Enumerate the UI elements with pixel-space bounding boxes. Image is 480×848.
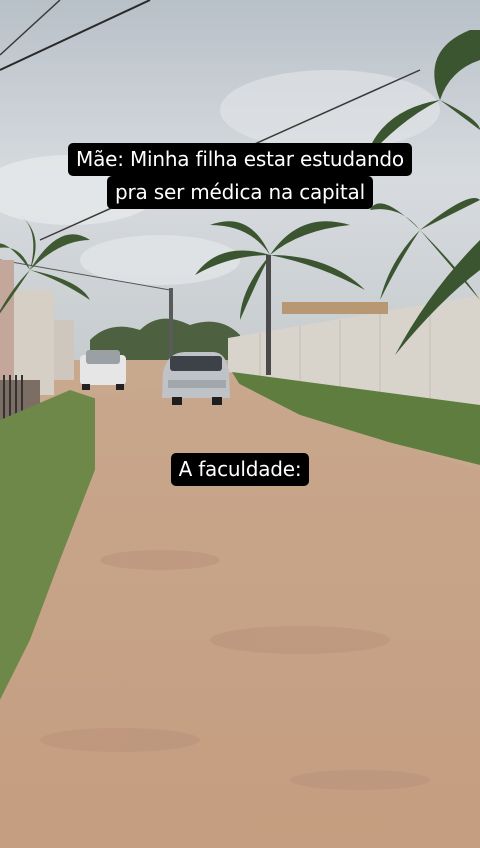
roof	[282, 302, 388, 314]
parked-car	[80, 350, 126, 390]
utility-pole	[169, 288, 173, 358]
video-frame: Mãe: Minha filha estar estudando pra ser…	[0, 0, 480, 848]
silver-car	[162, 352, 230, 405]
caption-mid-text: A faculdade:	[170, 453, 310, 486]
caption-top-line1: Mãe: Minha filha estar estudando	[68, 143, 412, 176]
caption-mid: A faculdade:	[0, 453, 480, 486]
caption-top-line2: pra ser médica na capital	[107, 176, 373, 209]
caption-top: Mãe: Minha filha estar estudando pra ser…	[0, 143, 480, 209]
street-photo	[0, 0, 480, 848]
